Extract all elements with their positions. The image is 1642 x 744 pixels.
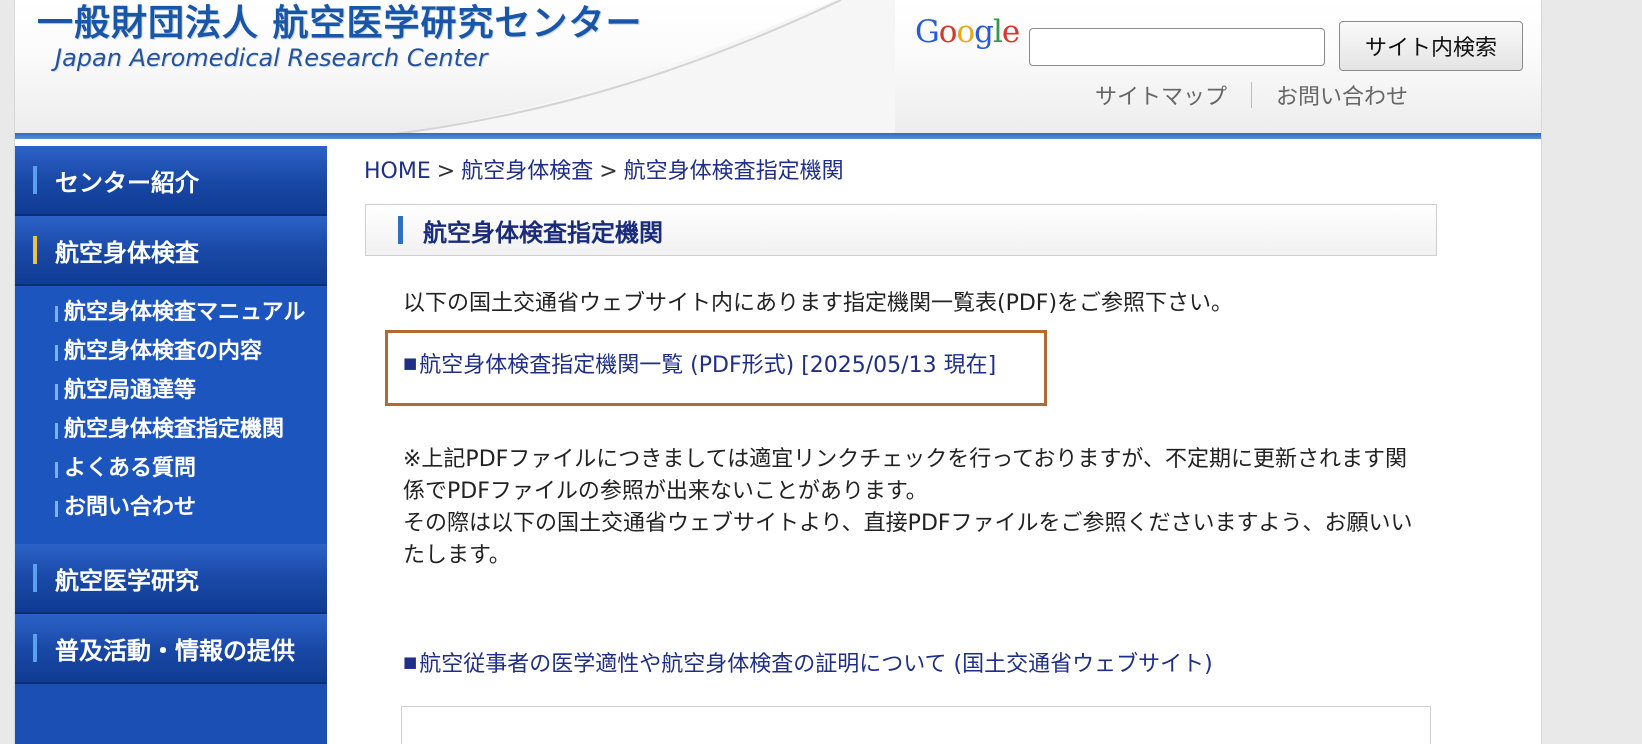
page-title: 航空身体検査指定機関 (423, 218, 663, 247)
content-box (401, 706, 1431, 744)
site-search-input[interactable] (1029, 28, 1325, 66)
designated-institutions-pdf-link[interactable]: ■ 航空身体検査指定機関一覧 (PDF形式) [2025/05/13 現在] (403, 347, 996, 379)
sidebar-nav: センター紹介 航空身体検査 航空身体検査マニュアル 航空身体検査の内容 航空局通… (15, 146, 327, 744)
subnav-bullet (55, 501, 58, 517)
sidebar-item-label: 普及活動・情報の提供 (55, 636, 295, 665)
sidebar-item-label: 航空身体検査 (55, 238, 199, 267)
subnav-item-label: よくある質問 (64, 456, 197, 481)
subnav-item-label: 航空局通達等 (64, 378, 197, 403)
sidebar-item-label: センター紹介 (55, 168, 199, 197)
subnav-bullet (55, 306, 58, 322)
sidebar-item-center-intro[interactable]: センター紹介 (15, 146, 327, 216)
intro-text: 以下の国土交通省ウェブサイト内にあります指定機関一覧表(PDF)をご参照下さい。 (403, 291, 1234, 316)
sidebar-item-outreach[interactable]: 普及活動・情報の提供 (15, 614, 327, 684)
subnav-item-notices[interactable]: 航空局通達等 (15, 380, 327, 402)
subnav-item-label: 航空身体検査の内容 (64, 339, 263, 364)
google-logo: Google (915, 14, 1020, 50)
breadcrumb: HOME > 航空身体検査 > 航空身体検査指定機関 (364, 153, 844, 185)
notice-paragraph: その際は以下の国土交通省ウェブサイトより、直接PDFファイルをご参照くださいます… (403, 511, 1413, 568)
sidebar-subnav: 航空身体検査マニュアル 航空身体検査の内容 航空局通達等 航空身体検査指定機関 … (15, 286, 327, 544)
breadcrumb-separator: > (436, 159, 456, 184)
notice-paragraph: ※上記PDFファイルにつきましては適宜リンクチェックを行っておりますが、不定期に… (403, 447, 1407, 504)
sidebar-item-research[interactable]: 航空医学研究 (15, 544, 327, 614)
site-search-button[interactable]: サイト内検索 (1339, 21, 1523, 71)
breadcrumb-home[interactable]: HOME (364, 159, 431, 184)
subnav-item-exam-content[interactable]: 航空身体検査の内容 (15, 341, 327, 363)
google-letter: o (938, 14, 958, 50)
nav-marker (33, 166, 37, 194)
subnav-item-contact[interactable]: お問い合わせ (15, 497, 327, 519)
google-letter: o (956, 14, 975, 50)
subnav-item-label: 航空身体検査マニュアル (64, 300, 306, 325)
subnav-item-faq[interactable]: よくある質問 (15, 458, 327, 480)
subnav-item-designated-institutions[interactable]: 航空身体検査指定機関 (15, 419, 327, 441)
sidebar-item-label: 航空医学研究 (55, 566, 199, 595)
notice-text: ※上記PDFファイルにつきましては適宜リンクチェックを行っておりますが、不定期に… (403, 444, 1423, 572)
nav-marker-active (33, 236, 37, 264)
breadcrumb-current: 航空身体検査指定機関 (623, 159, 844, 184)
header-divider (15, 133, 1541, 139)
utility-divider (1251, 82, 1253, 108)
subnav-bullet (55, 384, 58, 400)
heading-marker (398, 216, 403, 244)
breadcrumb-separator: > (599, 159, 618, 184)
google-letter: G (915, 14, 940, 50)
breadcrumb-medical-exam[interactable]: 航空身体検査 (461, 159, 593, 184)
site-header: 一般財団法人 航空医学研究センター Japan Aeromedical Rese… (15, 0, 1541, 134)
link-bullet-icon: ■ (403, 354, 418, 372)
mlit-medical-fitness-link[interactable]: ■ 航空従事者の医学適性や航空身体検査の証明について (国土交通省ウェブサイト) (403, 646, 1213, 678)
link-label: 航空従事者の医学適性や航空身体検査の証明について (国土交通省ウェブサイト) (419, 652, 1213, 677)
link-label: 航空身体検査指定機関一覧 (PDF形式) [2025/05/13 現在] (419, 353, 997, 378)
google-letter: l (992, 14, 1003, 50)
subnav-item-label: 航空身体検査指定機関 (64, 417, 285, 442)
google-letter: g (974, 14, 994, 50)
section-heading: 航空身体検査指定機関 (365, 204, 1437, 256)
google-letter: e (1001, 14, 1020, 50)
link-bullet-icon: ■ (403, 653, 418, 671)
page: 一般財団法人 航空医学研究センター Japan Aeromedical Rese… (14, 0, 1542, 744)
subnav-bullet (55, 462, 58, 478)
sitemap-link[interactable]: サイトマップ (1095, 79, 1227, 111)
nav-marker (33, 634, 37, 662)
subnav-item-exam-manual[interactable]: 航空身体検査マニュアル (15, 302, 327, 324)
subnav-item-label: お問い合わせ (64, 495, 197, 520)
utility-links: サイトマップ お問い合わせ (1095, 80, 1408, 110)
site-logo-english[interactable]: Japan Aeromedical Research Center (55, 44, 488, 72)
site-logo-japanese[interactable]: 一般財団法人 航空医学研究センター (37, 0, 643, 46)
nav-marker (33, 564, 37, 592)
contact-link[interactable]: お問い合わせ (1276, 79, 1408, 111)
sidebar-item-medical-exam[interactable]: 航空身体検査 (15, 216, 327, 286)
subnav-bullet (55, 423, 58, 439)
subnav-bullet (55, 345, 58, 361)
